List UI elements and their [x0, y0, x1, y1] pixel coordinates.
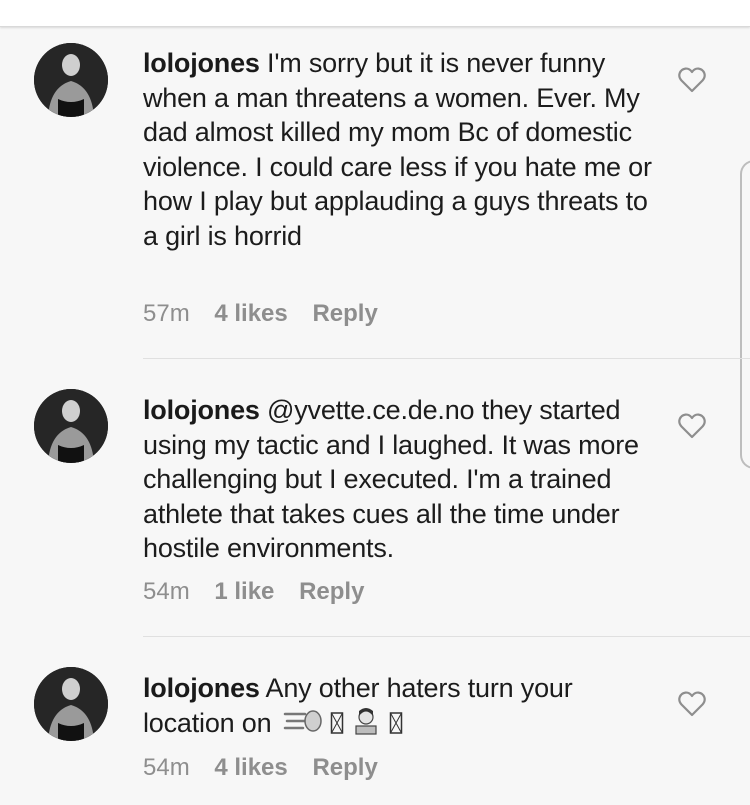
comment-meta: 54m 1 like Reply — [143, 578, 382, 606]
reply-button[interactable]: Reply — [312, 754, 377, 781]
comment-body: lolojones I'm sorry but it is never funn… — [143, 46, 668, 253]
comment-text: I'm sorry but it is never funny when a m… — [143, 48, 652, 251]
avatar-image — [34, 43, 108, 117]
heart-outline-icon[interactable] — [678, 691, 706, 717]
comment-username[interactable]: lolojones — [143, 48, 260, 78]
comment-body: lolojones Any other haters turn your loc… — [143, 671, 668, 744]
comment-meta: 57m 4 likes Reply — [143, 300, 396, 328]
dashing-away-icon — [283, 709, 322, 732]
emoji-row — [283, 706, 403, 745]
missing-glyph-icon — [330, 711, 344, 734]
comment-username[interactable]: lolojones — [143, 395, 260, 425]
avatar[interactable] — [34, 389, 108, 463]
avatar[interactable] — [34, 667, 108, 741]
woman-technologist-icon — [355, 707, 377, 735]
heart-outline-icon[interactable] — [678, 67, 706, 93]
comment-likes[interactable]: 4 likes — [214, 754, 287, 781]
comment-likes[interactable]: 1 like — [214, 578, 274, 605]
reply-button[interactable]: Reply — [312, 300, 377, 327]
comment-time: 57m — [143, 300, 190, 327]
heart-outline-icon[interactable] — [678, 413, 706, 439]
comment-meta: 54m 4 likes Reply — [143, 754, 396, 782]
top-bar — [0, 0, 750, 27]
missing-glyph-icon — [389, 711, 402, 734]
avatar-image — [34, 667, 108, 741]
comment-divider — [143, 636, 750, 637]
comment-time: 54m — [143, 754, 190, 781]
avatar-image — [34, 389, 108, 463]
comment-body: lolojones @yvette.ce.de.no they started … — [143, 393, 668, 566]
avatar[interactable] — [34, 43, 108, 117]
comment-divider — [143, 358, 750, 359]
comment-time: 54m — [143, 578, 190, 605]
reply-button[interactable]: Reply — [299, 578, 364, 605]
comment-likes[interactable]: 4 likes — [214, 300, 287, 327]
scroll-indicator[interactable] — [740, 160, 750, 469]
comment-username[interactable]: lolojones — [143, 673, 260, 703]
